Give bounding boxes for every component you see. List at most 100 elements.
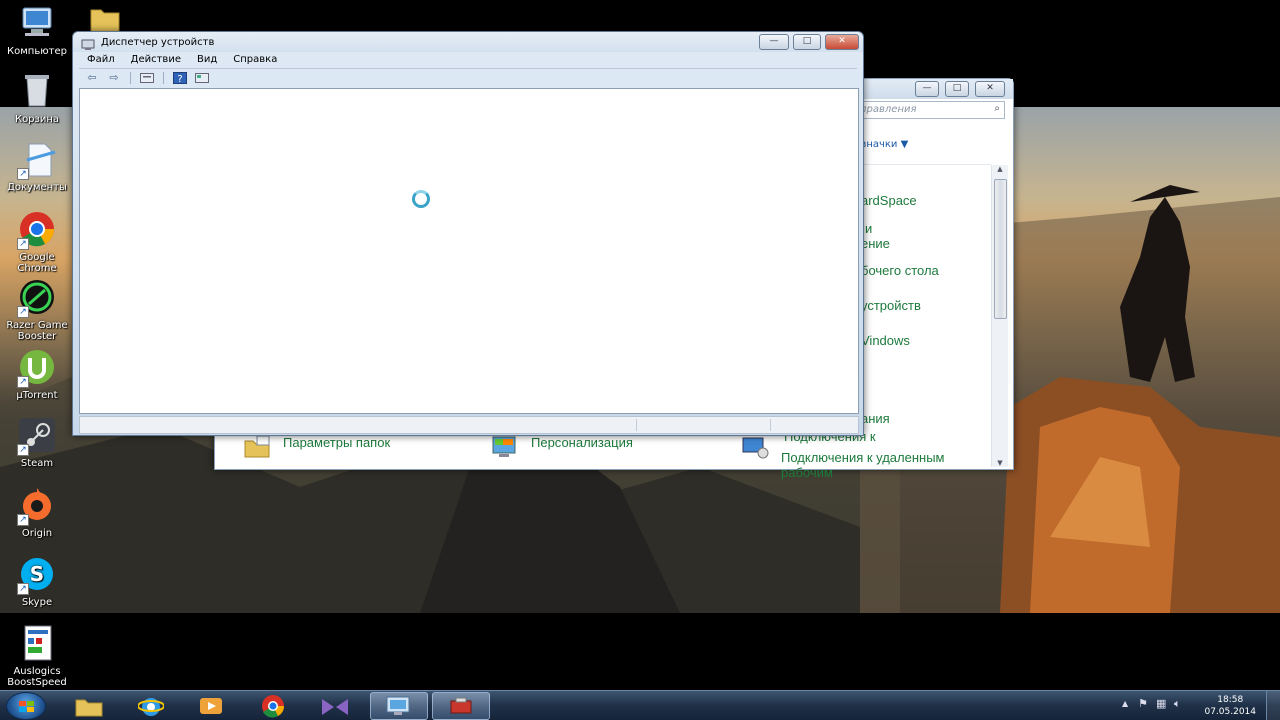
menu-action[interactable]: Действие [123,52,189,68]
documents-icon: ↗ [15,140,59,180]
show-hidden-icons-icon[interactable]: ▲ [1122,699,1128,708]
taskbar-ie[interactable] [122,692,180,720]
control-panel-scrollbar[interactable]: ▲ ▼ [991,165,1008,467]
close-button[interactable]: ✕ [975,81,1005,97]
media-player-icon [200,698,222,714]
chrome-icon [262,695,285,718]
ie-icon [138,698,164,716]
scroll-down-icon[interactable]: ▼ [992,459,1008,467]
svg-text:?: ? [177,74,182,84]
minimize-button[interactable]: — [759,34,789,50]
recycle-bin-icon [15,72,59,112]
start-button[interactable] [6,692,46,720]
desktop-icon-label: Auslogics BoostSpeed [7,666,67,688]
device-manager-icon [450,697,472,714]
maximize-button[interactable]: □ [793,34,821,50]
taskbar-media-player[interactable] [182,692,240,720]
cp-item-desktop-gadgets[interactable]: бочего стола [861,263,939,278]
shortcut-arrow-icon: ↗ [17,514,29,526]
menu-view[interactable]: Вид [189,52,225,68]
desktop-icon-computer[interactable]: Компьютер [0,4,74,57]
folder-options-icon [243,435,273,459]
desktop-icon-label: Skype [21,597,53,608]
cp-item-cardspace[interactable]: ardSpace [861,193,917,208]
window-title: Диспетчер устройств [101,37,215,48]
taskbar-control-panel[interactable] [370,692,428,720]
back-arrow-icon[interactable]: ⇦ [83,71,101,85]
cp-item-personalization[interactable]: Персонализация [491,435,633,465]
desktop-icon-chrome[interactable]: ↗ Google Chrome [0,210,74,274]
skype-icon: S ↗ [15,555,59,595]
desktop-icon-utorrent[interactable]: ↗ µTorrent [0,348,74,401]
desktop-icon-recycle-bin[interactable]: Корзина [0,72,74,125]
system-tray: ▲ ⚑ ▦ 🔈︎ 18:58 07.05.2014 [1110,691,1280,720]
cp-item-truncated[interactable]: и [865,221,872,236]
taskbar-device-manager[interactable] [432,692,490,720]
remote-desktop-icon [741,435,771,459]
menu-file[interactable]: Файл [79,52,123,68]
computer-icon [15,4,59,44]
desktop-icon-label: Steam [20,458,54,469]
cp-item-label: Подключения к удаленным рабочим [781,450,945,480]
desktop-icon-steam[interactable]: ↗ Steam [0,416,74,469]
desktop-icon-label: Корзина [14,114,60,125]
razer-icon: ↗ [15,278,59,318]
desktop-icon-label: Компьютер [7,46,67,57]
taskbar: ▲ ⚑ ▦ 🔈︎ 18:58 07.05.2014 [0,690,1280,720]
device-manager-titlebar[interactable]: Диспетчер устройств — □ ✕ [73,32,863,52]
cp-item-truncated-2[interactable]: ение [861,236,890,251]
search-icon[interactable]: ⌕ [994,103,1000,114]
desktop-icon-skype[interactable]: S ↗ Skype [0,555,74,608]
menu-bar: Файл Действие Вид Справка [79,52,285,68]
clock[interactable]: 18:58 07.05.2014 [1204,694,1256,718]
shortcut-arrow-icon: ↗ [17,238,29,250]
shortcut-arrow-icon: ↗ [17,444,29,456]
menu-help[interactable]: Справка [225,52,285,68]
chrome-icon: ↗ [15,210,59,250]
desktop-icon-label: µTorrent [16,390,58,401]
view-icon[interactable] [193,71,211,85]
steam-icon: ↗ [15,416,59,456]
control-panel-icon [386,696,410,715]
taskbar-explorer[interactable] [60,692,118,720]
desktop-icon-documents[interactable]: ↗ Документы [0,140,74,193]
network-icon[interactable]: ▦ [1156,697,1166,710]
cp-item-truncated-3[interactable]: ания [861,411,890,426]
help-icon[interactable]: ? [171,71,189,85]
shortcut-arrow-icon: ↗ [17,583,29,595]
volume-icon[interactable]: 🔈︎ [1174,697,1181,711]
view-by-dropdown[interactable]: значки ▼ [861,139,908,150]
svg-text:S: S [30,562,44,586]
status-bar [79,416,859,434]
cp-item-label: Персонализация [531,435,633,450]
cp-item-folder-options[interactable]: Параметры папок [243,435,390,465]
shortcut-arrow-icon: ↗ [17,376,29,388]
device-tree-pane[interactable] [79,88,859,414]
desktop-icon-origin[interactable]: ↗ Origin [0,486,74,539]
desktop-icon-razer[interactable]: ↗ Razer Game Booster [0,278,74,342]
close-button[interactable]: ✕ [825,34,859,50]
shortcut-arrow-icon: ↗ [17,306,29,318]
desktop-icon-auslogics[interactable]: Auslogics BoostSpeed [0,624,74,688]
desktop-icon-label: Документы [7,182,67,193]
desktop-icon-label: Google Chrome [17,252,57,274]
maximize-button[interactable]: □ [945,81,969,97]
auslogics-icon [15,624,59,664]
scrollbar-thumb[interactable] [994,179,1007,319]
cp-item-device-manager[interactable]: устройств [861,298,921,313]
utorrent-icon: ↗ [15,348,59,388]
minimize-button[interactable]: — [915,81,939,97]
device-manager-window[interactable]: Диспетчер устройств — □ ✕ Файл Действие … [72,31,864,436]
cp-item-windows[interactable]: Vindows [861,333,910,348]
control-panel-search-input[interactable]: правления ⌕ [855,101,1005,119]
personalization-icon [491,435,521,459]
taskbar-chrome[interactable] [244,692,302,720]
show-desktop-button[interactable] [1266,691,1280,720]
cp-item-remote-desktop[interactable]: Подключения к удаленным рабочим [741,435,981,480]
action-center-flag-icon[interactable]: ⚑ [1138,697,1148,710]
properties-icon[interactable] [138,71,156,85]
taskbar-visual-studio[interactable] [306,692,364,720]
forward-arrow-icon[interactable]: ⇨ [105,71,123,85]
scroll-up-icon[interactable]: ▲ [992,165,1008,173]
cp-item-label: Параметры папок [283,435,391,450]
